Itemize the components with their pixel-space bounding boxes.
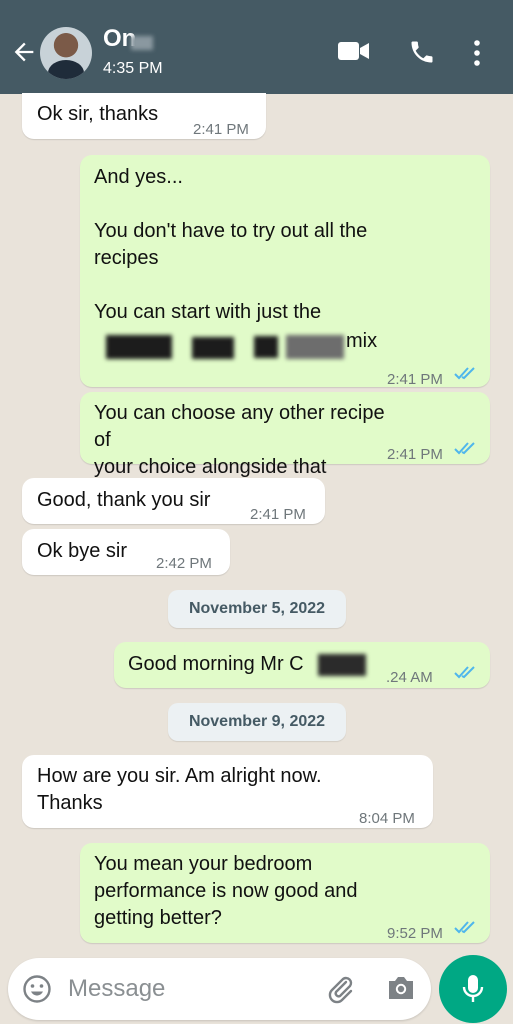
message-incoming[interactable]: How are you sir. Am alright now. Thanks … <box>22 755 433 828</box>
read-receipt-icon <box>454 666 475 679</box>
message-text-tail: mix <box>346 330 378 352</box>
redaction-block <box>254 336 278 358</box>
message-time: 8:04 PM <box>359 810 415 827</box>
back-arrow-icon[interactable] <box>10 38 38 66</box>
message-text: Good, thank you sir <box>37 489 211 511</box>
message-time: 2:41 PM <box>193 121 249 138</box>
message-time: 2:41 PM <box>387 371 443 388</box>
read-receipt-icon <box>454 921 475 934</box>
message-text: Ok sir, thanks <box>37 103 159 125</box>
message-input[interactable] <box>68 972 308 1006</box>
read-receipt-icon <box>454 442 475 455</box>
voice-call-icon[interactable] <box>408 38 436 66</box>
message-time: 2:41 PM <box>250 506 306 523</box>
date-separator: November 9, 2022 <box>168 703 346 741</box>
message-time: 9:52 PM <box>387 925 443 942</box>
camera-icon[interactable] <box>386 974 416 1002</box>
more-options-icon[interactable] <box>472 40 482 66</box>
message-outgoing[interactable]: You can choose any other recipe of your … <box>80 392 490 478</box>
message-text: Good morning Mr C <box>128 653 304 675</box>
emoji-icon[interactable] <box>22 974 52 1004</box>
mic-icon <box>462 975 484 1002</box>
message-text: You mean your bedroom performance is now… <box>94 853 358 929</box>
date-separator: November 5, 2022 <box>168 590 346 628</box>
message-text: And yes... You don't have to try out all… <box>94 166 368 323</box>
read-receipt-icon <box>454 367 475 380</box>
video-call-icon[interactable] <box>338 40 370 62</box>
last-seen: 4:35 PM <box>103 60 163 77</box>
redaction-block <box>286 335 344 359</box>
redaction-block <box>318 654 366 676</box>
redaction-block <box>192 337 234 359</box>
message-incoming[interactable]: Ok sir, thanks 2:41 PM <box>22 93 266 139</box>
message-time: 2:41 PM <box>387 446 443 463</box>
message-incoming[interactable]: Good, thank you sir 2:41 PM <box>22 478 325 524</box>
message-time: .24 AM <box>386 669 433 686</box>
avatar[interactable] <box>40 27 92 79</box>
chat-header: On 4:35 PM <box>0 0 513 94</box>
attach-icon[interactable] <box>326 974 356 1004</box>
message-text: Ok bye sir <box>37 540 128 562</box>
name-redaction <box>131 36 153 50</box>
message-time: 2:42 PM <box>156 555 212 572</box>
message-outgoing[interactable]: And yes... You don't have to try out all… <box>80 155 490 388</box>
voice-record-button[interactable] <box>439 955 507 1023</box>
message-outgoing[interactable]: You mean your bedroom performance is now… <box>80 843 490 943</box>
message-text: You can choose any other recipe of your … <box>94 402 385 478</box>
message-outgoing[interactable]: Good morning Mr C .24 AM <box>114 642 490 688</box>
message-composer <box>8 958 431 1020</box>
redaction-block <box>106 335 172 359</box>
message-incoming[interactable]: Ok bye sir 2:42 PM <box>22 529 230 575</box>
